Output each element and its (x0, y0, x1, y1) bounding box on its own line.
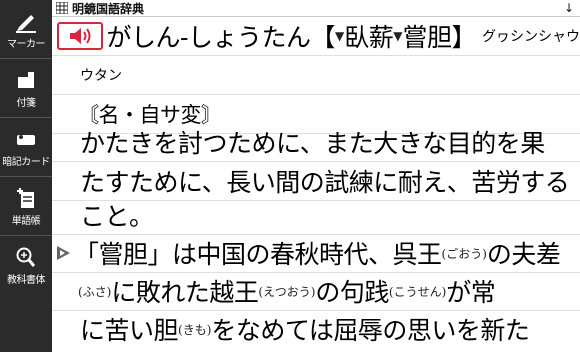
speaker-icon (69, 28, 91, 44)
dictionary-screen: マーカー 付箋 暗記カード 単語帳 教科書体 明鏡国語辞典 ↓ がしん-しょうた… (0, 0, 580, 352)
definition-line-3: こと。 (52, 196, 580, 235)
sticky-note-label: 付箋 (16, 97, 37, 109)
grid-icon (56, 2, 68, 14)
kanji-mark-1: ▼ (334, 29, 345, 43)
wordbook-button[interactable]: 単語帳 (0, 177, 52, 236)
scroll-down-icon[interactable]: ↓ (564, 1, 574, 15)
dictionary-title: 明鏡国語辞典 (72, 1, 145, 16)
memory-card-icon (17, 134, 35, 145)
etymology-text-3b: をなめては屈辱の思いを新た (211, 316, 530, 345)
headword-line: がしん-しょうたん【 ▼ 臥薪 ▼ 嘗胆】 グヮシンシャウ (52, 17, 580, 56)
marker-button[interactable]: マーカー (0, 0, 52, 59)
headword-kanji-2: 嘗胆 (402, 23, 452, 52)
headword-kanji-1: 臥薪 (344, 23, 394, 52)
etymology-line-2: (ふさ) に敗れた越王 (えつおう) の句践 (こうせん) が常 (52, 272, 580, 311)
etymology-line-1: 「嘗胆」は中国の春秋時代、呉王 (ごおう) の夫差 (52, 234, 580, 273)
wordbook-label: 単語帳 (11, 215, 41, 227)
textbook-font-label: 教科書体 (7, 274, 46, 286)
definition-text-1: かたきを討つために、また大きな目的を果 (80, 129, 545, 158)
definition-text-3: こと。 (80, 202, 154, 231)
etymology-text-3a: に苦い胆 (80, 316, 179, 345)
memory-card-label: 暗記カード (2, 156, 50, 168)
sticky-note-button[interactable]: 付箋 (0, 59, 52, 118)
definition-line-1: かたきを討つために、また大きな目的を果 (52, 123, 580, 162)
textbook-font-button[interactable]: 教科書体 (0, 236, 52, 294)
sticky-note-icon (18, 71, 34, 88)
memory-card-button[interactable]: 暗記カード (0, 118, 52, 177)
historical-kana-continued: ウタン (80, 68, 122, 84)
etymology-ruby-2c: (こうせん) (388, 284, 447, 299)
marker-label: マーカー (7, 38, 46, 50)
etymology-text-1a: 「嘗胆」は中国の春秋時代、呉王 (74, 240, 442, 269)
etymology-line-3: に苦い胆 (きも) をなめては屈辱の思いを新た (52, 310, 580, 348)
etymology-text-2c: が常 (446, 278, 496, 307)
historical-kana: グヮシンシャウ (482, 29, 580, 45)
reading-line: ウタン (52, 56, 580, 95)
pronounce-button[interactable] (57, 22, 103, 50)
kanji-mark-2: ▼ (393, 29, 403, 43)
etymology-ruby-3: (きも) (178, 322, 212, 337)
etymology-text-1b: の夫差 (486, 240, 561, 269)
dictionary-title-bar: 明鏡国語辞典 ↓ (52, 0, 580, 17)
entry-content: 明鏡国語辞典 ↓ がしん-しょうたん【 ▼ 臥薪 ▼ 嘗胆】 グヮシンシャウ ウタン 〘… (52, 0, 580, 352)
etymology-ruby-1: (ごおう) (441, 246, 487, 261)
wordbook-add-icon (17, 187, 34, 208)
etymology-ruby-2b: (えつおう) (258, 284, 316, 299)
etymology-ruby-2a: (ふさ) (78, 284, 112, 299)
definition-text-2: たすために、長い間の試練に耐え、苦労する (80, 168, 570, 197)
magnify-font-icon (16, 247, 36, 267)
headword: がしん-しょうたん【 (106, 23, 336, 52)
etymology-text-2a: に敗れた越王 (111, 278, 259, 307)
headword-bracket-end: 】 (451, 23, 476, 52)
marker-pen-icon (16, 14, 36, 33)
etymology-text-2b: の句践 (315, 278, 389, 307)
tool-sidebar: マーカー 付箋 暗記カード 単語帳 教科書体 (0, 0, 52, 352)
expand-triangle-icon[interactable] (54, 244, 72, 262)
